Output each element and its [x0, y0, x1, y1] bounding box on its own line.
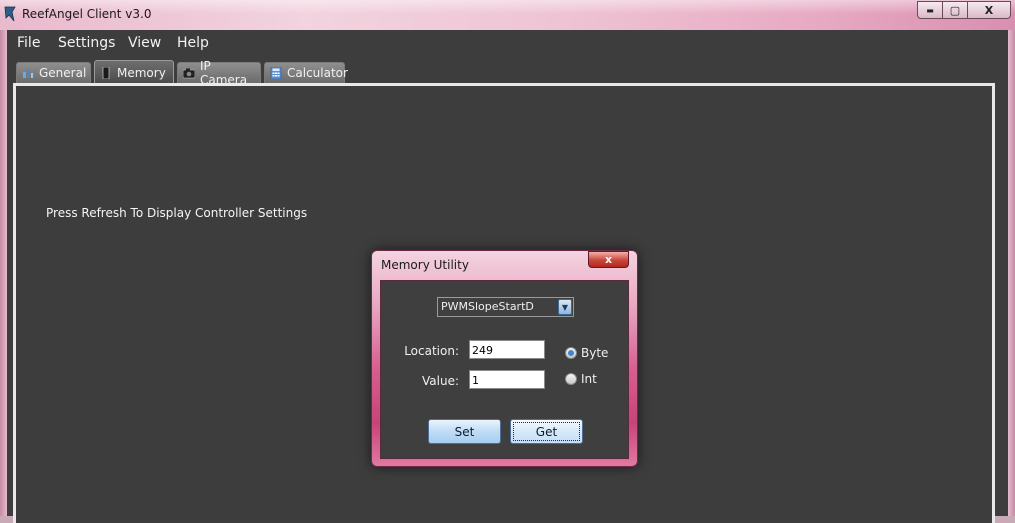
get-button[interactable]: Get — [510, 419, 583, 444]
memory-address-select[interactable]: PWMSlopeStartD ▼ — [437, 297, 574, 317]
value-field[interactable] — [469, 370, 545, 389]
byte-radio-label: Byte — [581, 346, 609, 360]
memory-chip-icon — [102, 66, 110, 79]
tab-memory[interactable]: Memory — [94, 60, 174, 84]
refresh-hint-text: Press Refresh To Display Controller Sett… — [46, 206, 308, 220]
close-icon: X — [984, 3, 994, 17]
minimize-button[interactable]: ▬ — [917, 1, 943, 19]
int-radio-label: Int — [581, 372, 597, 386]
menu-settings[interactable]: Settings — [58, 35, 115, 51]
menu-file[interactable]: File — [17, 35, 40, 51]
location-label: Location: — [404, 344, 459, 358]
chart-icon — [23, 69, 33, 78]
close-window-button[interactable]: X — [967, 1, 1011, 19]
window-frame-left — [0, 30, 7, 516]
select-value: PWMSlopeStartD — [441, 300, 534, 313]
dialog-close-button[interactable]: x — [588, 251, 629, 268]
tab-calculator-label: Calculator — [287, 66, 348, 80]
menu-help[interactable]: Help — [177, 35, 209, 51]
set-button-label: Set — [454, 424, 475, 439]
tab-general[interactable]: General — [16, 62, 91, 83]
menu-view[interactable]: View — [128, 35, 161, 51]
value-label: Value: — [422, 374, 459, 388]
minimize-icon: ▬ — [926, 5, 934, 15]
chevron-down-icon[interactable]: ▼ — [558, 299, 572, 315]
tab-general-label: General — [39, 66, 87, 80]
maximize-icon: ▢ — [949, 3, 961, 17]
get-button-label: Get — [535, 424, 558, 439]
tab-calculator[interactable]: Calculator — [264, 62, 348, 83]
memory-utility-dialog: Memory Utility x PWMSlopeStartD ▼ Locati… — [371, 250, 638, 467]
int-radio[interactable] — [565, 373, 577, 385]
tab-memory-label: Memory — [117, 65, 166, 80]
dialog-title: Memory Utility — [381, 258, 469, 272]
location-field[interactable] — [469, 340, 545, 359]
calculator-icon — [270, 67, 282, 79]
close-icon: x — [604, 253, 613, 266]
reefangel-app-icon — [4, 6, 16, 22]
title-bar-glare — [0, 0, 1015, 14]
tab-ip-camera[interactable]: IP Camera — [177, 59, 261, 87]
menu-bar: File Settings View Help — [7, 30, 1008, 57]
window-title: ReefAngel Client v3.0 — [22, 7, 152, 21]
dialog-body: PWMSlopeStartD ▼ Location: Value: Byte I… — [380, 280, 629, 459]
window-frame-right — [1008, 30, 1015, 516]
set-button[interactable]: Set — [428, 419, 501, 444]
maximize-button[interactable]: ▢ — [942, 1, 968, 19]
byte-radio[interactable] — [565, 347, 577, 359]
title-bar: ReefAngel Client v3.0 ▬ ▢ X — [0, 0, 1015, 30]
camera-icon — [183, 68, 195, 79]
